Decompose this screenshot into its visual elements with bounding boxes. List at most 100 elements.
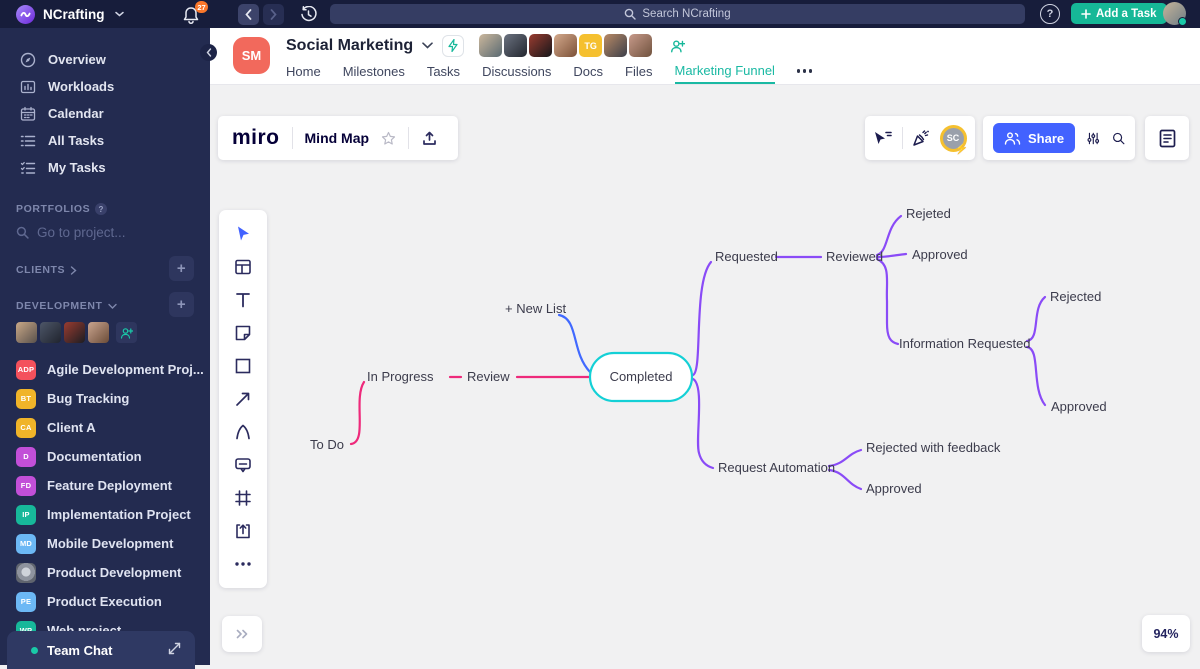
expand-panel-button[interactable] [222, 616, 262, 652]
checklist-icon [20, 161, 36, 174]
chevron-down-icon [114, 11, 124, 17]
invite-member-button[interactable] [116, 322, 137, 343]
miro-canvas[interactable]: To Do In Progress Review Completed + New… [210, 85, 1200, 665]
add-client-button[interactable]: + [169, 256, 194, 281]
avatar[interactable] [554, 34, 578, 57]
new-list-button[interactable]: + New List [505, 301, 566, 316]
sidebar-project-bug-tracking[interactable]: BT Bug Tracking [0, 384, 210, 413]
add-task-button[interactable]: Add a Task [1071, 3, 1167, 24]
tab-tasks[interactable]: Tasks [427, 64, 460, 83]
sidebar-project-feature-deployment[interactable]: FD Feature Deployment [0, 471, 210, 500]
tab-milestones[interactable]: Milestones [343, 64, 405, 83]
star-icon[interactable] [381, 131, 396, 146]
sidebar-item-my-tasks[interactable]: My Tasks [0, 154, 210, 181]
node-approved-1[interactable]: Approved [912, 247, 968, 262]
avatar[interactable] [16, 322, 37, 343]
frame-tool[interactable] [231, 486, 255, 510]
avatar-tg[interactable]: TG [579, 34, 603, 57]
sidebar-project-documentation[interactable]: D Documentation [0, 442, 210, 471]
sidebar-project-product-development[interactable]: Product Development [0, 558, 210, 587]
zoom-level-indicator[interactable]: 94% [1142, 615, 1190, 652]
avatar[interactable] [604, 34, 628, 57]
select-tool[interactable] [231, 222, 255, 246]
add-person-icon [120, 327, 133, 339]
help-button[interactable]: ? [1040, 4, 1060, 24]
automation-bolt-button[interactable] [442, 34, 465, 57]
notifications-bell[interactable]: 27 [180, 1, 208, 27]
avatar[interactable] [479, 34, 503, 57]
node-rejected-2[interactable]: Rejected [1050, 289, 1101, 304]
sticky-note-tool[interactable] [231, 321, 255, 345]
app-logo[interactable]: NCrafting [0, 4, 124, 24]
more-tabs-button[interactable] [796, 69, 813, 76]
node-information-requested[interactable]: Information Requested [899, 336, 1031, 351]
settings-sliders-icon[interactable] [1087, 129, 1100, 148]
add-project-button[interactable]: + [169, 292, 194, 317]
help-circle-icon[interactable]: ? [95, 203, 108, 215]
node-rejeted[interactable]: Rejeted [906, 206, 951, 221]
cursor-tracking-icon[interactable] [873, 129, 893, 147]
collaborator-avatar[interactable]: SC ⚡ [939, 124, 969, 155]
celebration-icon[interactable] [911, 128, 931, 148]
sidebar-item-workloads[interactable]: Workloads [0, 73, 210, 100]
export-icon[interactable] [421, 130, 438, 147]
sidebar-project-implementation[interactable]: IP Implementation Project [0, 500, 210, 529]
upload-tool[interactable] [231, 519, 255, 543]
avatar[interactable] [504, 34, 528, 57]
connection-line-tool[interactable] [231, 387, 255, 411]
sidebar-item-all-tasks[interactable]: All Tasks [0, 127, 210, 154]
node-approved-2[interactable]: Approved [1051, 399, 1107, 414]
history-button[interactable] [298, 4, 319, 25]
avatar[interactable] [40, 322, 61, 343]
project-members: TG [479, 34, 653, 57]
avatar[interactable] [64, 322, 85, 343]
node-approved-3[interactable]: Approved [866, 481, 922, 496]
forward-button[interactable] [263, 4, 284, 25]
global-search-input[interactable]: Search NCrafting [330, 4, 1025, 24]
avatar[interactable] [529, 34, 553, 57]
text-tool[interactable] [231, 288, 255, 312]
templates-tool[interactable] [231, 255, 255, 279]
board-title[interactable]: Mind Map [305, 130, 370, 146]
tab-files[interactable]: Files [625, 64, 652, 83]
sidebar-item-calendar[interactable]: Calendar [0, 100, 210, 127]
share-button[interactable]: Share [993, 123, 1076, 153]
node-todo[interactable]: To Do [310, 437, 344, 452]
node-reviewed[interactable]: Reviewed [826, 249, 883, 264]
miro-logo[interactable]: miro [232, 126, 280, 150]
tab-docs[interactable]: Docs [573, 64, 603, 83]
team-chat-panel[interactable]: Team Chat [7, 631, 195, 669]
node-rejected-with-feedback[interactable]: Rejected with feedback [866, 440, 1001, 455]
project-search-input[interactable]: Go to project... [0, 225, 210, 240]
search-icon[interactable] [1112, 129, 1125, 148]
document-icon[interactable] [1157, 128, 1178, 149]
sidebar-collapse-button[interactable] [200, 44, 217, 61]
node-completed-label[interactable]: Completed [610, 369, 673, 384]
sidebar-project-client-a[interactable]: CA Client A [0, 413, 210, 442]
user-avatar[interactable] [1163, 2, 1187, 26]
sidebar-item-overview[interactable]: Overview [0, 46, 210, 73]
clients-section[interactable]: CLIENTS + [0, 256, 210, 281]
tab-discussions[interactable]: Discussions [482, 64, 551, 83]
sidebar-project-product-execution[interactable]: PE Product Execution [0, 587, 210, 616]
expand-icon[interactable] [168, 642, 181, 655]
comment-tool[interactable] [231, 453, 255, 477]
node-request-automation[interactable]: Request Automation [718, 460, 835, 475]
chevron-down-icon[interactable] [422, 42, 433, 49]
tab-marketing-funnel[interactable]: Marketing Funnel [674, 63, 775, 84]
node-requested[interactable]: Requested [715, 249, 778, 264]
sidebar-project-mobile-development[interactable]: MD Mobile Development [0, 529, 210, 558]
tab-home[interactable]: Home [286, 64, 321, 83]
node-in-progress[interactable]: In Progress [367, 369, 434, 384]
shapes-tool[interactable] [231, 354, 255, 378]
back-button[interactable] [238, 4, 259, 25]
calendar-icon [20, 106, 36, 121]
avatar[interactable] [88, 322, 109, 343]
more-tools[interactable] [231, 552, 255, 576]
pen-tool[interactable] [231, 420, 255, 444]
node-review[interactable]: Review [467, 369, 510, 384]
add-member-button[interactable] [666, 34, 689, 57]
sidebar-project-agile[interactable]: ADP Agile Development Proj... [0, 355, 210, 384]
development-section[interactable]: DEVELOPMENT + [0, 292, 210, 317]
avatar[interactable] [629, 34, 653, 57]
